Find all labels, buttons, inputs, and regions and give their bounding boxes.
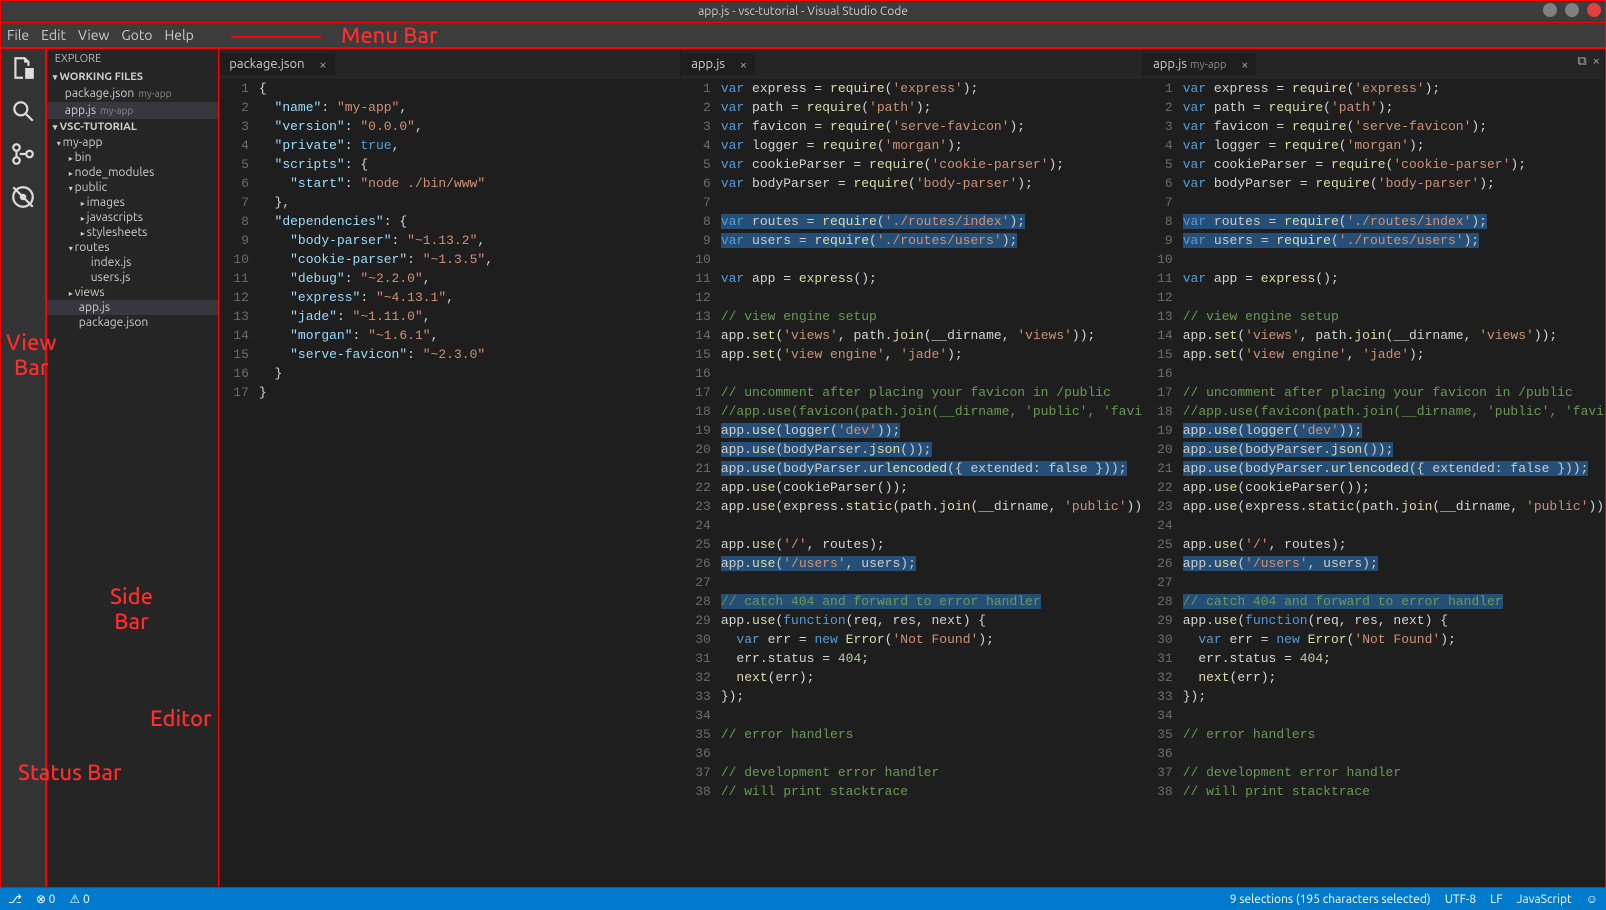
folder-item[interactable]: views [47, 285, 219, 300]
folder-item[interactable]: bin [47, 150, 219, 165]
status-warnings[interactable]: ⚠ 0 [69, 892, 89, 906]
project-header[interactable]: VSC-TUTORIAL [47, 119, 219, 135]
file-item[interactable]: users.js [47, 270, 219, 285]
annotation-menubar: Menu Bar [341, 23, 438, 48]
status-feedback-icon[interactable]: ☺ [1586, 892, 1598, 906]
tabbar-1: package.json × [219, 49, 680, 79]
close-all-icon[interactable]: × [1593, 54, 1600, 69]
file-item[interactable]: index.js [47, 255, 219, 270]
status-language[interactable]: JavaScript [1517, 893, 1572, 906]
sidebar: EXPLORE WORKING FILES package.jsonmy-app… [46, 48, 220, 888]
file-item[interactable]: package.json [47, 315, 219, 330]
menu-edit[interactable]: Edit [41, 27, 66, 43]
close-icon[interactable]: × [1241, 58, 1248, 72]
code-editor-1[interactable]: 1234567891011121314151617 { "name": "my-… [219, 79, 680, 887]
split-editor-icon[interactable]: ⧉ [1577, 54, 1586, 69]
statusbar: ⎇ ⊗ 0 ⚠ 0 9 selections (195 characters s… [0, 888, 1606, 910]
menu-goto[interactable]: Goto [121, 27, 152, 43]
editor-area: package.json × 1234567891011121314151617… [219, 48, 1606, 888]
git-icon[interactable] [10, 141, 36, 170]
folder-item[interactable]: stylesheets [47, 225, 219, 240]
editor-pane-3: app.js my-app × ⧉ × 12345678910111213141… [1143, 49, 1605, 887]
folder-item[interactable]: node_modules [47, 165, 219, 180]
status-encoding[interactable]: UTF-8 [1445, 893, 1476, 906]
menu-file[interactable]: File [7, 27, 29, 43]
titlebar: app.js - vsc-tutorial - Visual Studio Co… [0, 0, 1606, 22]
window-title: app.js - vsc-tutorial - Visual Studio Co… [698, 5, 908, 18]
menubar: File Edit View Goto Help Menu Bar [0, 22, 1606, 48]
search-icon[interactable] [10, 98, 36, 127]
debug-icon[interactable] [10, 184, 36, 213]
folder-item[interactable]: my-app [47, 135, 219, 150]
files-icon[interactable] [10, 55, 36, 84]
status-git-icon[interactable]: ⎇ [8, 892, 22, 906]
window-maximize-button[interactable] [1565, 3, 1579, 17]
editor-pane-2: app.js × 1234567891011121314151617181920… [681, 49, 1143, 887]
tab-app-js-2[interactable]: app.js × [681, 53, 755, 75]
status-errors[interactable]: ⊗ 0 [36, 892, 56, 906]
viewbar [0, 48, 46, 888]
tab-app-js-3[interactable]: app.js my-app × [1143, 53, 1256, 75]
editor-pane-1: package.json × 1234567891011121314151617… [219, 49, 681, 887]
working-file-item[interactable]: app.jsmy-app [47, 102, 219, 119]
folder-item[interactable]: javascripts [47, 210, 219, 225]
menu-view[interactable]: View [78, 27, 109, 43]
status-selection[interactable]: 9 selections (195 characters selected) [1230, 893, 1431, 906]
folder-item[interactable]: routes [47, 240, 219, 255]
sidebar-title: EXPLORE [47, 49, 219, 69]
tabbar-3: app.js my-app × ⧉ × [1143, 49, 1604, 79]
tabbar-2: app.js × [681, 49, 1142, 79]
close-icon[interactable]: × [319, 58, 326, 72]
working-file-item[interactable]: package.jsonmy-app [47, 85, 219, 102]
annotation-arrow [231, 36, 321, 38]
close-icon[interactable]: × [740, 58, 747, 72]
working-files-header[interactable]: WORKING FILES [47, 69, 219, 85]
menu-help[interactable]: Help [164, 27, 193, 43]
folder-item[interactable]: images [47, 195, 219, 210]
status-eol[interactable]: LF [1490, 893, 1502, 906]
tab-package-json[interactable]: package.json × [219, 53, 334, 75]
window-close-button[interactable] [1587, 3, 1601, 17]
code-editor-2[interactable]: 1234567891011121314151617181920212223242… [681, 79, 1142, 887]
file-item[interactable]: app.js [47, 300, 219, 315]
folder-item[interactable]: public [47, 180, 219, 195]
code-editor-3[interactable]: 1234567891011121314151617181920212223242… [1143, 79, 1604, 887]
window-minimize-button[interactable] [1543, 3, 1557, 17]
